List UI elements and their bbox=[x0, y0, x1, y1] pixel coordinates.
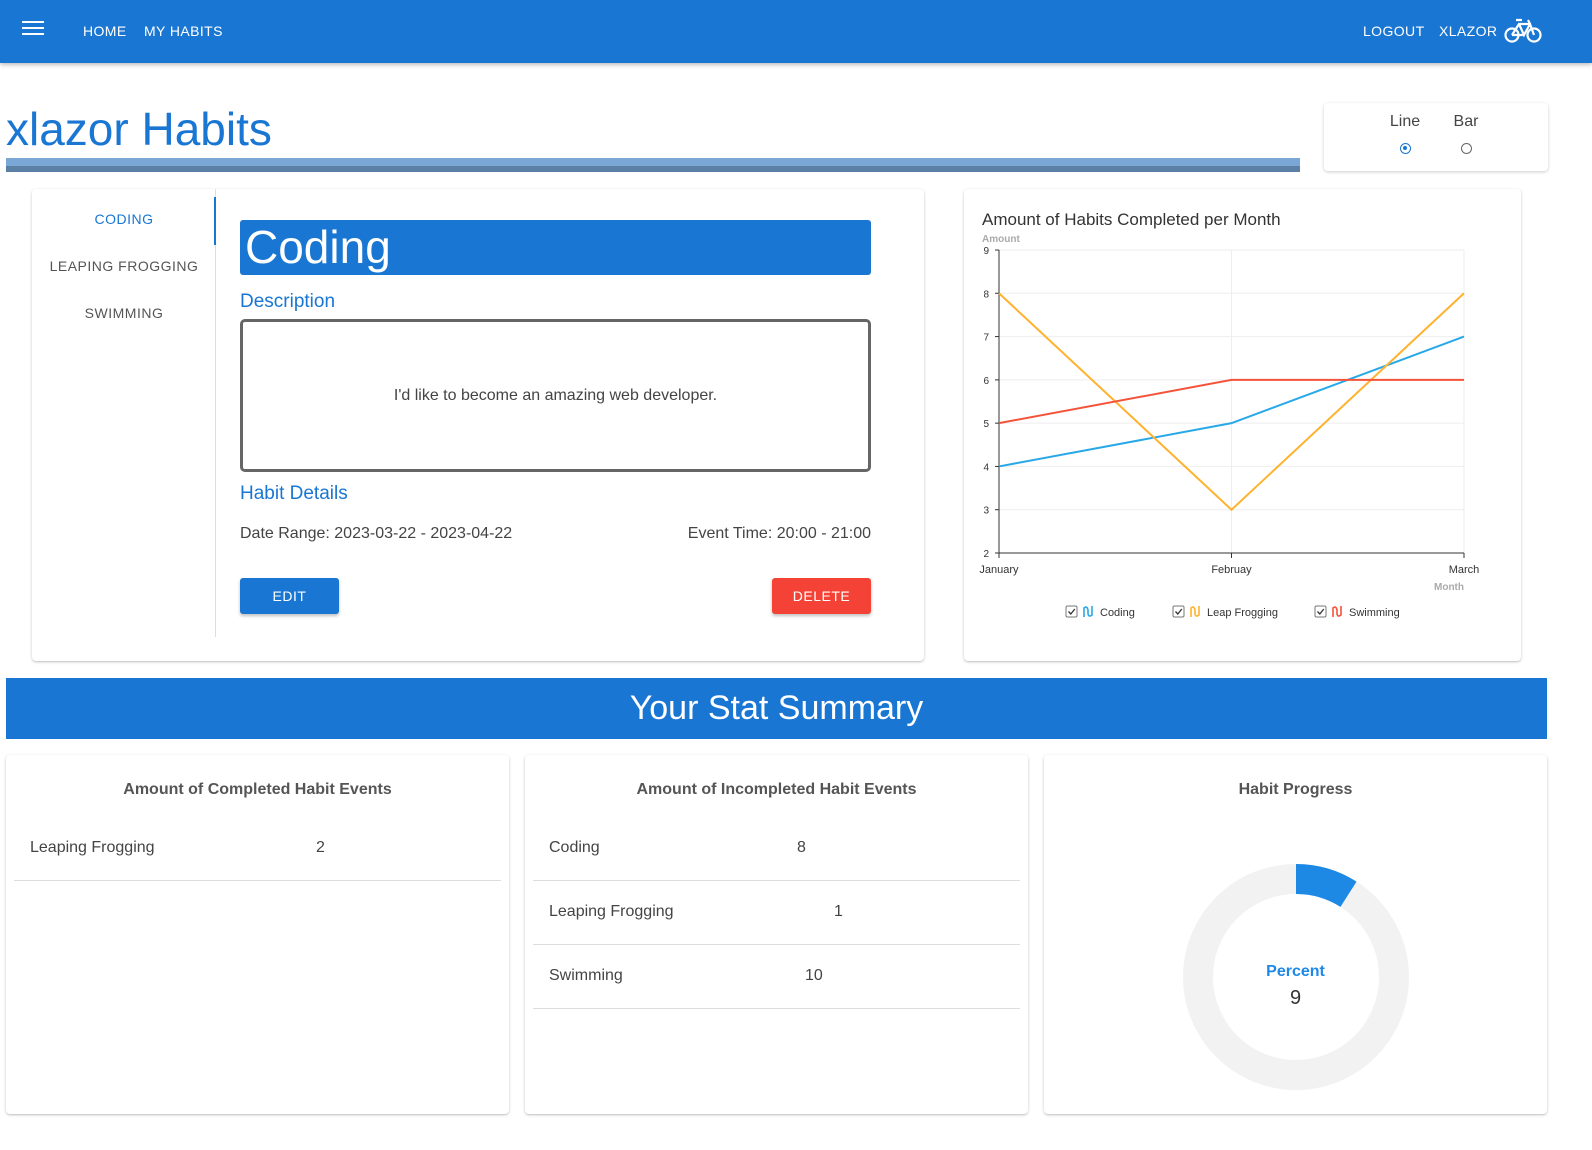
completed-card-title: Amount of Completed Habit Events bbox=[123, 781, 392, 798]
y-tick-label: 5 bbox=[983, 419, 989, 430]
description-text: I'd like to become an amazing web develo… bbox=[393, 386, 718, 404]
stat-summary-banner: Your Stat Summary bbox=[6, 678, 1547, 739]
y-tick-label: 7 bbox=[983, 333, 989, 344]
completed-events-card: Amount of Completed Habit Events Leaping… bbox=[6, 755, 509, 1114]
y-tick-label: 3 bbox=[983, 506, 989, 517]
line-option-label: Line bbox=[1389, 113, 1421, 130]
bar-radio[interactable] bbox=[1461, 143, 1472, 154]
habit-details-heading: Habit Details bbox=[240, 483, 348, 504]
legend-checkbox bbox=[1065, 605, 1078, 618]
x-tick-label: March bbox=[1449, 564, 1480, 576]
legend-label: Coding bbox=[1100, 607, 1135, 619]
menu-icon[interactable] bbox=[22, 21, 44, 41]
progress-donut bbox=[1183, 864, 1409, 1090]
chart-card: Amount of Habits Completed per Month 234… bbox=[964, 189, 1521, 661]
date-range-text: Date Range: 2023-03-22 - 2023-04-22 bbox=[240, 525, 513, 542]
incompleted-events-card: Amount of Incompleted Habit Events Codin… bbox=[525, 755, 1028, 1114]
legend-label: Swimming bbox=[1349, 607, 1400, 619]
row-habit-value: 8 bbox=[797, 839, 806, 856]
y-tick-label: 6 bbox=[983, 376, 989, 387]
row-habit-name: Swimming bbox=[549, 967, 623, 984]
row-habit-name: Coding bbox=[549, 839, 600, 856]
row-habit-value: 10 bbox=[805, 967, 823, 984]
line-chart: 2 3 4 5 6 7 8 9 January Februay March Amount Month Co… bbox=[979, 234, 1480, 619]
percent-value: 9 bbox=[1289, 987, 1302, 1009]
legend-checkbox bbox=[1172, 605, 1185, 618]
x-tick-label: January bbox=[979, 564, 1019, 576]
legend-line-icon bbox=[1083, 606, 1093, 617]
y-tick-label: 2 bbox=[983, 549, 989, 560]
table-row: Coding 8 bbox=[533, 817, 1020, 881]
incompleted-card-title: Amount of Incompleted Habit Events bbox=[636, 781, 917, 798]
tab-leaping-frogging[interactable]: LEAPING FROGGING bbox=[32, 242, 216, 290]
table-row: Leaping Frogging 1 bbox=[533, 881, 1020, 945]
legend-label: Leap Frogging bbox=[1207, 607, 1278, 619]
habit-name-header: Coding bbox=[240, 220, 871, 275]
app-bar: HOME MY HABITS LOGOUT XLAZOR bbox=[0, 0, 1592, 63]
row-habit-value: 2 bbox=[316, 839, 325, 856]
habit-detail-card: CODING LEAPING FROGGING SWIMMING Coding … bbox=[32, 189, 924, 661]
table-row: Swimming 10 bbox=[533, 945, 1020, 1009]
title-underline bbox=[6, 158, 1300, 166]
line-radio[interactable] bbox=[1400, 143, 1411, 154]
legend-line-icon bbox=[1332, 606, 1342, 617]
y-axis-title: Amount bbox=[982, 234, 1020, 245]
y-tick-label: 9 bbox=[983, 246, 989, 257]
habit-progress-card: Habit Progress Percent 9 bbox=[1044, 755, 1547, 1114]
title-underline-dark bbox=[6, 166, 1300, 172]
description-box: I'd like to become an amazing web develo… bbox=[240, 319, 871, 472]
legend-line-icon bbox=[1190, 606, 1200, 617]
page-title: xlazor Habits bbox=[6, 103, 272, 155]
delete-button[interactable]: DELETE bbox=[772, 578, 871, 614]
row-habit-name: Leaping Frogging bbox=[30, 839, 155, 856]
x-axis-title: Month bbox=[1434, 582, 1464, 593]
row-habit-name: Leaping Frogging bbox=[549, 903, 674, 920]
nav-my-habits-link[interactable]: MY HABITS bbox=[144, 23, 223, 39]
edit-button[interactable]: EDIT bbox=[240, 578, 339, 614]
habit-tabs: CODING LEAPING FROGGING SWIMMING bbox=[32, 189, 216, 637]
legend-checkbox bbox=[1314, 605, 1327, 618]
bar-option-label: Bar bbox=[1453, 113, 1479, 130]
nav-home-link[interactable]: HOME bbox=[83, 23, 127, 39]
bicycle-icon[interactable] bbox=[1504, 16, 1542, 44]
event-time-text: Event Time: 20:00 - 21:00 bbox=[687, 525, 871, 542]
logout-button[interactable]: LOGOUT bbox=[1363, 23, 1425, 39]
y-tick-label: 4 bbox=[983, 462, 989, 473]
tab-coding[interactable]: CODING bbox=[32, 195, 216, 243]
table-row: Leaping Frogging 2 bbox=[14, 817, 501, 881]
tab-swimming[interactable]: SWIMMING bbox=[32, 289, 216, 337]
row-habit-value: 1 bbox=[834, 903, 843, 920]
chart-type-toggle: Line Bar bbox=[1324, 103, 1548, 171]
y-tick-label: 8 bbox=[983, 289, 989, 300]
tab-indicator bbox=[214, 197, 216, 245]
x-tick-label: Februay bbox=[1211, 564, 1252, 576]
description-heading: Description bbox=[240, 291, 336, 312]
percent-label: Percent bbox=[1266, 963, 1325, 980]
user-name-link[interactable]: XLAZOR bbox=[1439, 23, 1497, 39]
